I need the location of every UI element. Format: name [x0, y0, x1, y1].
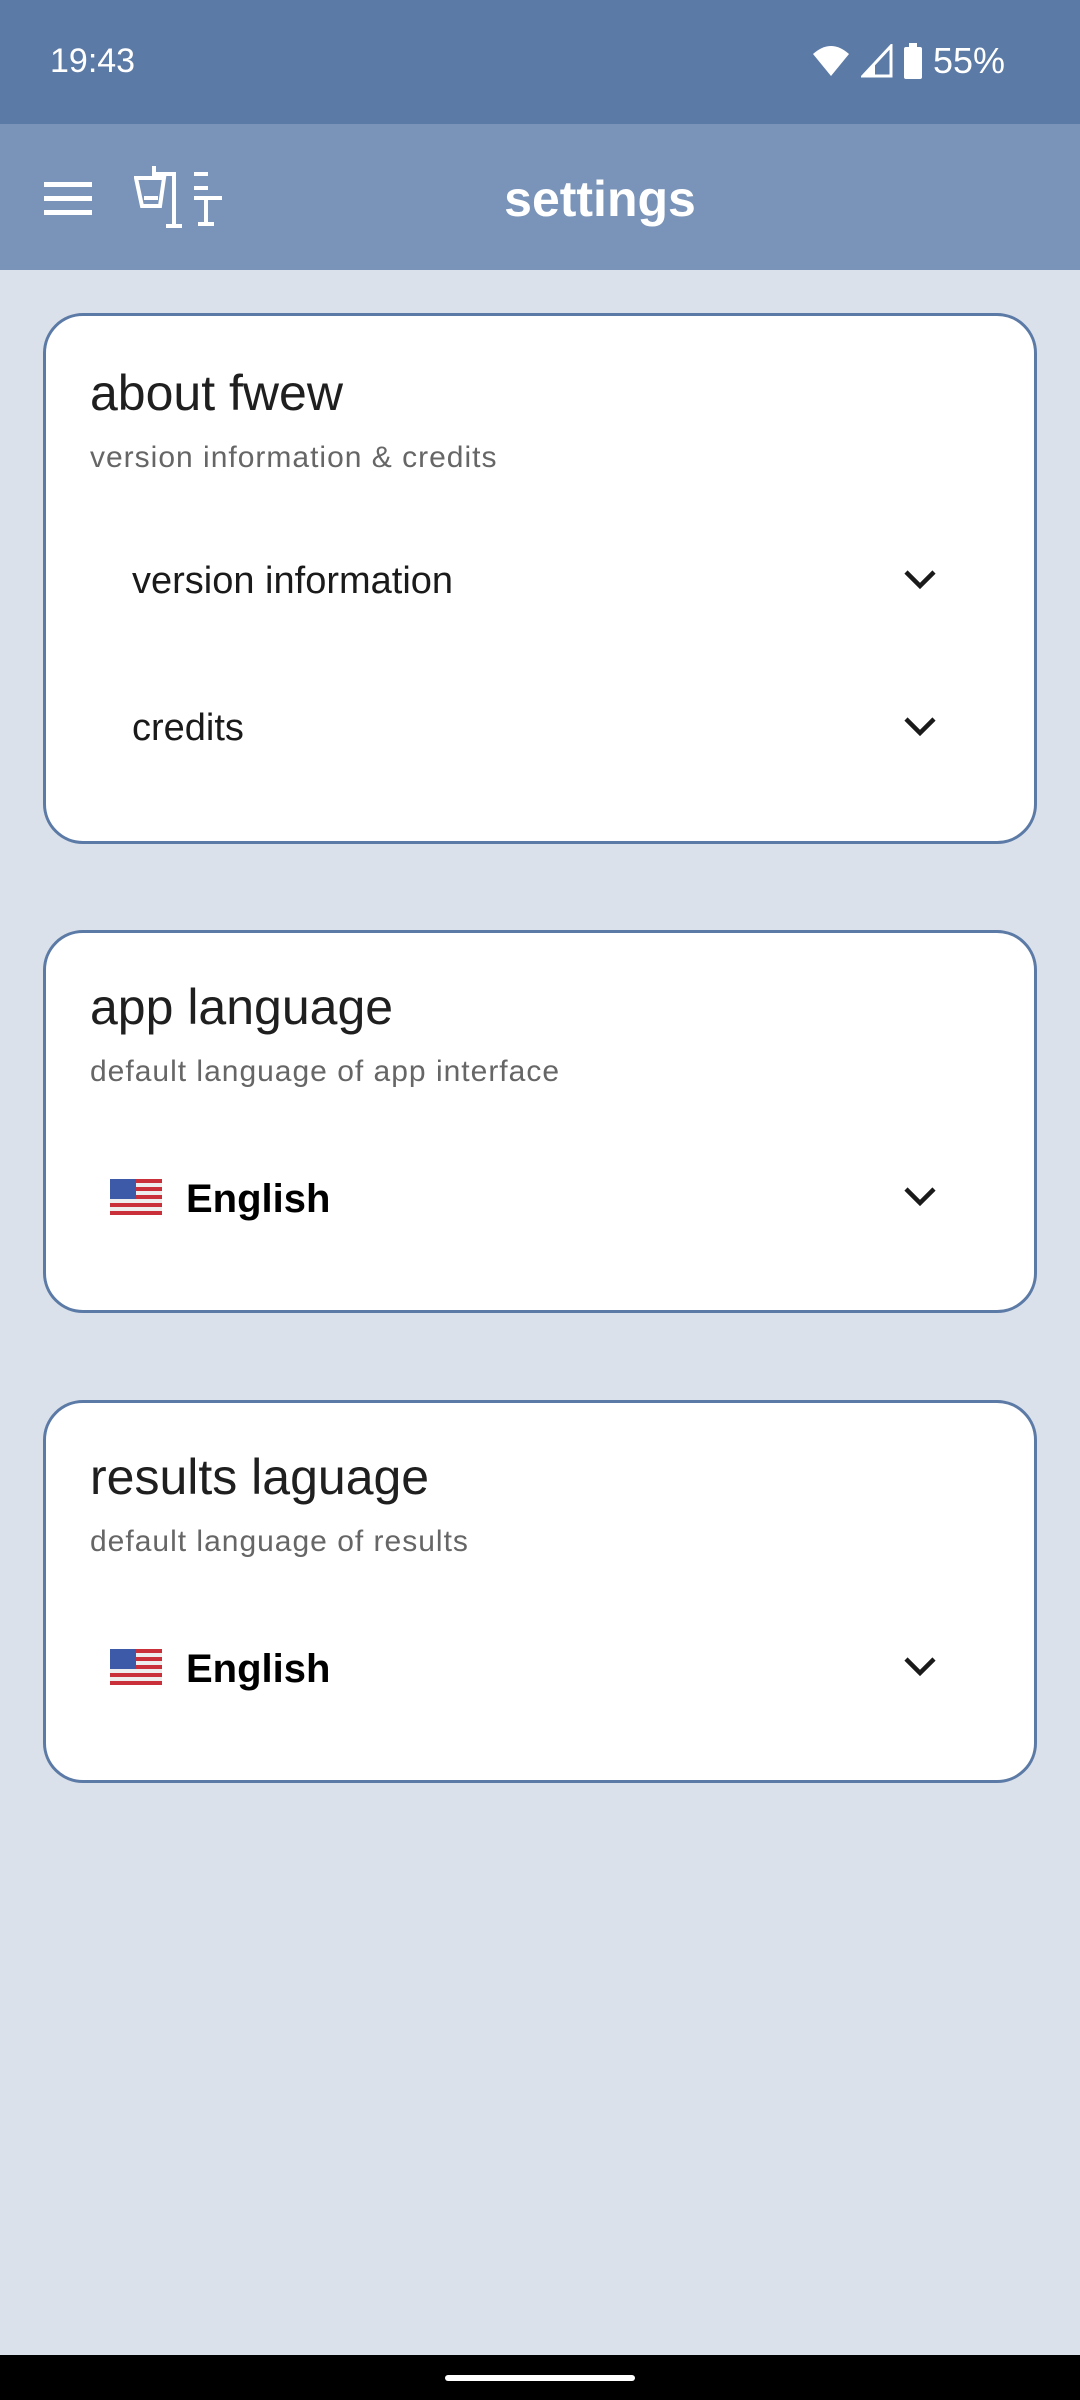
- chevron-down-icon: [904, 570, 936, 590]
- app-bar: settings: [0, 124, 1080, 270]
- expander-label: credits: [132, 707, 244, 749]
- credits-expander[interactable]: credits: [46, 675, 1034, 785]
- app-language-dropdown[interactable]: English: [46, 1145, 1034, 1255]
- about-title: about fwew: [90, 365, 343, 421]
- page-title: settings: [504, 171, 696, 227]
- chevron-down-icon: [904, 717, 936, 737]
- navigation-bar: [0, 2355, 1080, 2400]
- app-language-title: app language: [90, 979, 394, 1035]
- us-flag-icon: [110, 1649, 162, 1685]
- version-information-expander[interactable]: version information: [46, 528, 1034, 638]
- results-language-card: results laguage default language of resu…: [43, 1400, 1037, 1783]
- battery-icon: [903, 43, 922, 79]
- chevron-down-icon: [904, 1657, 936, 1677]
- app-language-card: app language default language of app int…: [43, 930, 1037, 1313]
- us-flag-icon: [110, 1179, 162, 1215]
- selected-language: English: [186, 1647, 331, 1691]
- home-gesture-handle[interactable]: [445, 2375, 635, 2381]
- status-time: 19:43: [50, 42, 136, 80]
- results-language-title: results laguage: [90, 1449, 430, 1505]
- about-card: about fwew version information & credits…: [43, 313, 1037, 844]
- chevron-down-icon: [904, 1187, 936, 1207]
- about-subtitle: version information & credits: [90, 441, 498, 474]
- status-bar: 19:43 55%: [0, 0, 1080, 124]
- expander-label: version information: [132, 560, 454, 602]
- signal-icon: [860, 44, 893, 78]
- results-language-subtitle: default language of results: [90, 1525, 469, 1558]
- selected-language: English: [186, 1177, 331, 1221]
- wifi-icon: [812, 46, 849, 76]
- results-language-dropdown[interactable]: English: [46, 1615, 1034, 1725]
- battery-percent: 55%: [932, 40, 1005, 81]
- app-language-subtitle: default language of app interface: [90, 1055, 561, 1088]
